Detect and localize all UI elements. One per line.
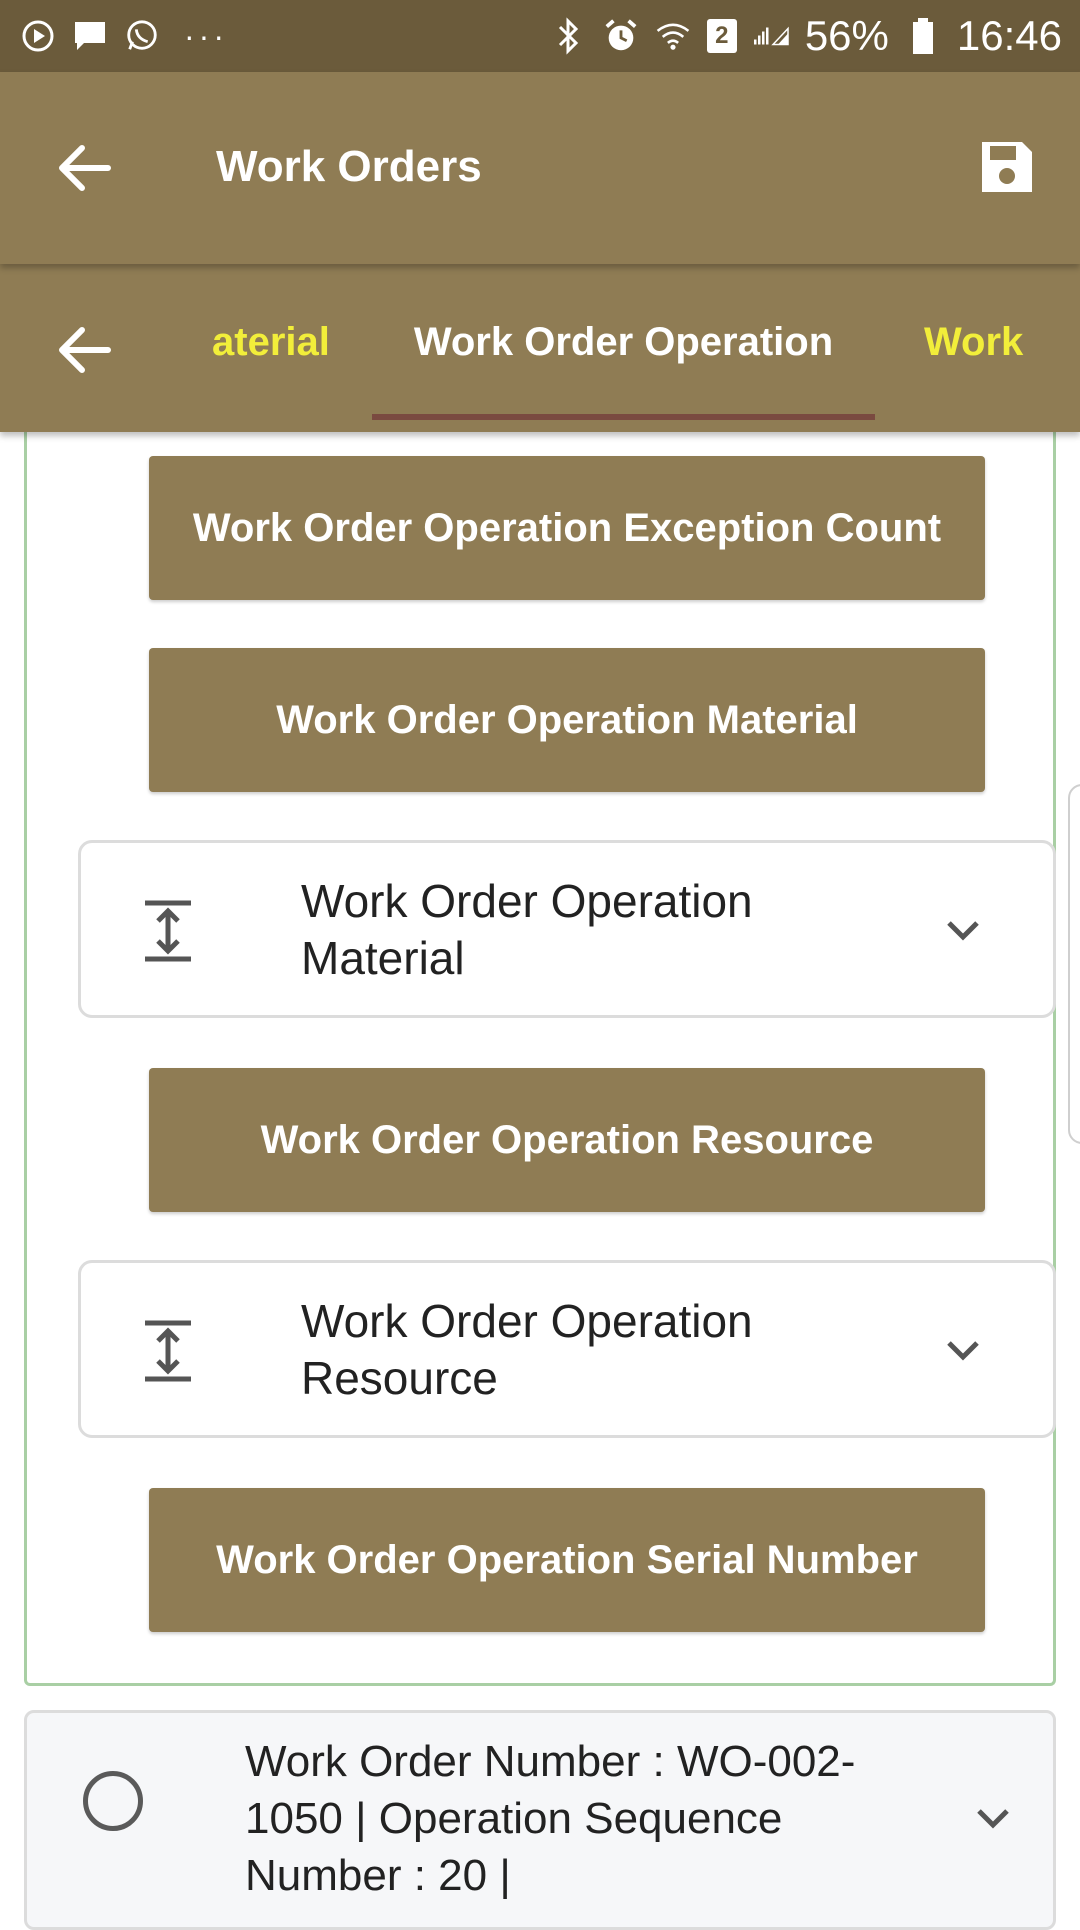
work-order-record[interactable]: Work Order Number : WO-002-1050 | Operat… (24, 1710, 1056, 1930)
tab-work-order-operation[interactable]: Work Order Operation (372, 320, 875, 365)
message-icon (72, 18, 108, 54)
side-drawer-handle[interactable] (1068, 784, 1080, 1144)
chevron-down-icon[interactable] (943, 1335, 983, 1365)
back-arrow-icon[interactable] (54, 138, 114, 198)
material-expander[interactable]: Work Order Operation Material (78, 840, 1056, 1018)
sim-slot-badge: 2 (706, 19, 737, 53)
chevron-down-icon[interactable] (943, 915, 983, 945)
alarm-icon (603, 18, 639, 54)
bluetooth-icon (551, 17, 587, 55)
expand-vertical-icon (141, 1319, 195, 1383)
save-icon[interactable] (978, 138, 1036, 196)
app-bar: Work Orders (0, 72, 1080, 264)
whatsapp-icon (124, 18, 160, 54)
expand-vertical-icon (141, 899, 195, 963)
resource-button[interactable]: Work Order Operation Resource (149, 1068, 985, 1212)
play-icon (20, 18, 56, 54)
resource-expander[interactable]: Work Order Operation Resource (78, 1260, 1056, 1438)
record-summary: Work Order Number : WO-002-1050 | Operat… (245, 1737, 856, 1900)
status-bar: ··· 2 56% 16:46 (0, 0, 1080, 72)
signal-icon (753, 18, 789, 54)
select-radio[interactable] (83, 1771, 143, 1831)
expander-label: Work Order Operation Resource (301, 1295, 753, 1404)
chevron-down-icon[interactable] (973, 1803, 1013, 1833)
material-button[interactable]: Work Order Operation Material (149, 648, 985, 792)
status-right: 2 56% 16:46 (551, 12, 1062, 60)
page-title: Work Orders (216, 142, 482, 191)
exception-count-button[interactable]: Work Order Operation Exception Count (149, 456, 985, 600)
clock: 16:46 (956, 12, 1062, 59)
back-arrow-icon[interactable] (54, 320, 114, 380)
tab-bar: aterial Work Order Operation Work (0, 264, 1080, 432)
battery-icon (905, 18, 941, 54)
active-tab-indicator (372, 414, 875, 420)
wifi-icon (655, 18, 691, 54)
battery-percent: 56% (804, 12, 889, 59)
operation-details-card: Work Order Operation Exception Count Wor… (24, 420, 1056, 1686)
more-dots-icon: ··· (184, 17, 228, 54)
tab-work[interactable]: Work (924, 320, 1023, 365)
serial-number-button[interactable]: Work Order Operation Serial Number (149, 1488, 985, 1632)
tab-material[interactable]: aterial (212, 320, 330, 365)
status-left: ··· (20, 18, 228, 55)
expander-label: Work Order Operation Material (301, 875, 753, 984)
